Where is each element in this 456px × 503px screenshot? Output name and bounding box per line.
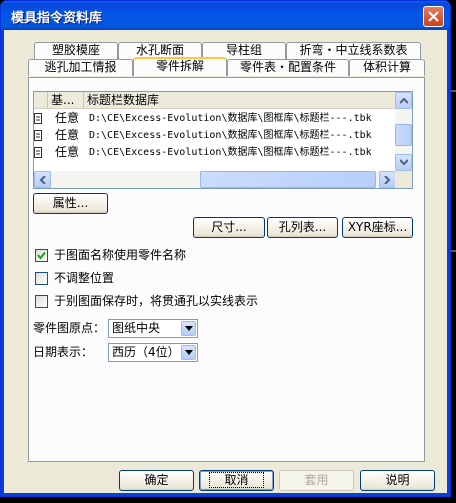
apply-button[interactable]: 套用 <box>279 470 354 491</box>
chevron-up-icon <box>400 97 408 104</box>
scrollbar-corner <box>395 171 412 188</box>
checkbox-label: 于别图面保存时，将贯通孔以实线表示 <box>54 294 259 308</box>
dropdown-button[interactable] <box>181 321 196 336</box>
vertical-scroll-thumb[interactable] <box>395 124 412 146</box>
row-path-cell: D:\CE\Excess-Evolution\数据库\图框库\标题栏---.tb… <box>89 147 372 158</box>
button-label: XYR座标... <box>347 220 408 234</box>
tab-label: 折弯・中立线系数表 <box>299 43 408 57</box>
tab-label: 导柱组 <box>225 43 262 57</box>
checkmark-icon <box>37 251 46 260</box>
tab-volume-calc[interactable]: 体积计算 <box>349 59 425 76</box>
vertical-scrollbar[interactable] <box>395 92 412 171</box>
option-use-part-name[interactable]: 于图面名称使用零件名称 <box>35 248 335 264</box>
tab-part-disassembly[interactable]: 零件拆解 <box>133 57 227 76</box>
document-icon <box>34 147 42 158</box>
row-type-cell: 任意 <box>55 145 80 159</box>
dialog-window: 模具指令资料库 塑胶模座 水孔断面 导柱组 折弯・中立线系数表 逃孔加工情报 零… <box>0 0 451 497</box>
help-button[interactable]: 说明 <box>360 470 435 491</box>
date-format-select[interactable]: 西历（4位） <box>108 343 198 362</box>
properties-button[interactable]: 属性... <box>33 193 108 214</box>
date-format-value: 西历（4位） <box>112 345 180 359</box>
origin-select[interactable]: 图纸中央 <box>108 319 198 338</box>
button-label: 孔列表... <box>278 220 327 234</box>
tab-parts-list-config[interactable]: 零件表・配置条件 <box>227 59 349 76</box>
tab-label: 水孔断面 <box>135 43 184 57</box>
checkbox[interactable] <box>35 249 48 262</box>
close-icon <box>428 11 439 22</box>
row-icon-cell <box>34 127 48 144</box>
list-item[interactable]: 任意 D:\CE\Excess-Evolution\数据库\图框库\标题栏---… <box>34 127 396 144</box>
close-button[interactable] <box>423 6 444 27</box>
tab-plastic-mold-base[interactable]: 塑胶模座 <box>34 42 118 59</box>
hole-table-button[interactable]: 孔列表... <box>267 217 338 238</box>
ok-button[interactable]: 确定 <box>119 470 194 491</box>
window-frame-right <box>447 30 450 496</box>
date-format-label: 日期表示： <box>33 345 94 359</box>
button-label: 尺寸... <box>211 220 247 234</box>
checkbox[interactable] <box>35 272 48 285</box>
list-item[interactable]: 任意 D:\CE\Excess-Evolution\数据库\图框库\标题栏---… <box>34 144 396 161</box>
origin-label: 零件图原点： <box>33 321 106 335</box>
tab-label: 零件表・配置条件 <box>239 60 336 74</box>
tab-label: 零件拆解 <box>155 59 204 73</box>
window-title: 模具指令资料库 <box>11 11 103 26</box>
title-block-db-list[interactable]: 基... 标题栏数据库 任意 D:\CE\Excess-Evolution\数据… <box>33 91 413 189</box>
row-path-cell: D:\CE\Excess-Evolution\数据库\图框库\标题栏---.tb… <box>89 130 372 141</box>
horizontal-scroll-thumb[interactable] <box>200 171 376 188</box>
button-label: 说明 <box>385 473 410 487</box>
option-through-hole-solid[interactable]: 于别图面保存时，将贯通孔以实线表示 <box>35 294 355 310</box>
chevron-down-icon <box>400 159 408 166</box>
row-icon-cell <box>34 144 48 161</box>
document-icon <box>34 130 42 141</box>
scroll-right-button[interactable] <box>379 171 396 188</box>
scroll-down-button[interactable] <box>395 154 412 171</box>
background-line <box>451 90 456 92</box>
tab-bend-neutral-line[interactable]: 折弯・中立线系数表 <box>286 42 421 59</box>
chevron-left-icon <box>39 176 46 184</box>
xyr-coordinates-button[interactable]: XYR座标... <box>342 217 413 238</box>
button-label: 属性... <box>52 196 89 210</box>
row-icon-cell <box>34 110 48 127</box>
horizontal-scrollbar[interactable] <box>34 171 396 188</box>
title-bar[interactable]: 模具指令资料库 <box>1 1 450 30</box>
column-header-title-db[interactable]: 标题栏数据库 <box>84 92 396 109</box>
column-header-icon[interactable] <box>34 92 48 109</box>
chevron-down-icon <box>185 350 193 355</box>
tab-relief-hole-info[interactable]: 逃孔加工情报 <box>28 59 133 76</box>
chevron-down-icon <box>185 326 193 331</box>
button-label: 套用 <box>304 473 329 487</box>
chevron-right-icon <box>384 176 391 184</box>
window-frame-bottom <box>1 493 450 496</box>
button-label: 取消 <box>209 472 264 488</box>
checkbox[interactable] <box>35 295 48 308</box>
tab-label: 体积计算 <box>362 60 411 74</box>
option-no-adjust-position[interactable]: 不调整位置 <box>35 271 335 287</box>
row-type-cell: 任意 <box>55 128 80 142</box>
document-icon <box>34 113 42 124</box>
tab-label: 塑胶模座 <box>51 43 100 57</box>
row-path-cell: D:\CE\Excess-Evolution\数据库\图框库\标题栏---.tb… <box>89 113 372 124</box>
dimension-button[interactable]: 尺寸... <box>193 217 265 238</box>
list-item[interactable]: 任意 D:\CE\Excess-Evolution\数据库\图框库\标题栏---… <box>34 110 396 127</box>
background-line <box>451 250 456 252</box>
column-header-type[interactable]: 基... <box>48 92 84 109</box>
checkbox-label: 于图面名称使用零件名称 <box>54 248 187 262</box>
scroll-up-button[interactable] <box>395 92 412 109</box>
tab-label: 逃孔加工情报 <box>44 60 117 74</box>
button-label: 确定 <box>144 473 169 487</box>
list-header: 基... 标题栏数据库 <box>34 92 396 109</box>
window-frame-left <box>1 30 4 496</box>
cancel-button[interactable]: 取消 <box>199 470 274 491</box>
scroll-left-button[interactable] <box>34 171 51 188</box>
dropdown-button[interactable] <box>181 345 196 360</box>
checkbox-label: 不调整位置 <box>54 271 115 285</box>
origin-value: 图纸中央 <box>112 321 161 335</box>
row-type-cell: 任意 <box>55 111 80 125</box>
